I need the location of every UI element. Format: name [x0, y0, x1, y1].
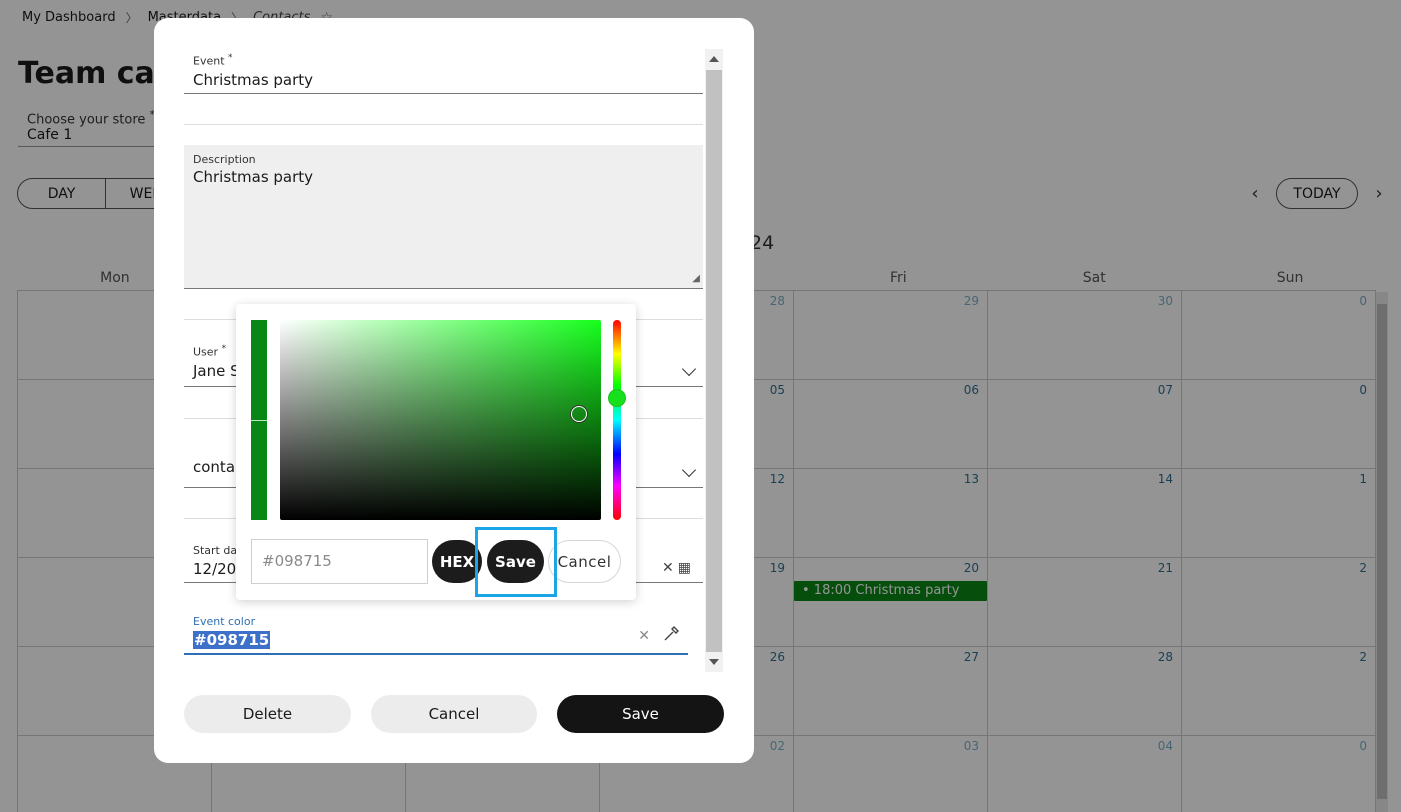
- hue-slider[interactable]: [608, 320, 626, 520]
- event-label: Event: [193, 54, 225, 68]
- event-color-field[interactable]: Event color #098715 ✕: [184, 615, 688, 655]
- hex-input[interactable]: #098715: [251, 539, 428, 584]
- event-input[interactable]: Christmas party: [184, 71, 703, 89]
- preview-divider: [251, 420, 267, 421]
- user-label: User: [193, 345, 219, 359]
- clear-icon[interactable]: ✕: [662, 560, 674, 576]
- scrollbar-thumb[interactable]: [706, 70, 722, 652]
- required-mark: *: [228, 53, 233, 63]
- scroll-up-icon[interactable]: [709, 56, 719, 62]
- event-color-label: Event color: [193, 615, 256, 628]
- focus-highlight: [475, 527, 557, 597]
- hue-handle[interactable]: [608, 389, 626, 407]
- divider: [184, 124, 703, 125]
- saturation-handle[interactable]: [571, 406, 587, 422]
- description-field[interactable]: Description Christmas party ◢: [184, 145, 703, 289]
- cancel-button[interactable]: Cancel: [371, 695, 537, 733]
- description-textarea[interactable]: Christmas party: [184, 168, 703, 186]
- description-label: Description: [193, 153, 256, 166]
- color-preview-swatch: [251, 320, 267, 520]
- event-color-input[interactable]: #098715: [193, 631, 271, 649]
- delete-button[interactable]: Delete: [184, 695, 351, 733]
- calendar-icon[interactable]: ▦: [678, 560, 691, 576]
- event-field[interactable]: Event * Christmas party: [184, 53, 703, 94]
- save-button[interactable]: Save: [557, 695, 724, 733]
- scroll-down-icon[interactable]: [709, 659, 719, 665]
- saturation-value-area[interactable]: [280, 320, 601, 520]
- picker-cancel-button[interactable]: Cancel: [548, 540, 621, 583]
- required-mark: *: [221, 344, 227, 354]
- modal-scrollbar[interactable]: [705, 49, 723, 672]
- eyedropper-icon[interactable]: [662, 625, 680, 647]
- color-picker: #098715 HEX Save Cancel: [236, 304, 636, 600]
- clear-icon[interactable]: ✕: [638, 628, 650, 644]
- resize-handle-icon[interactable]: ◢: [692, 273, 700, 284]
